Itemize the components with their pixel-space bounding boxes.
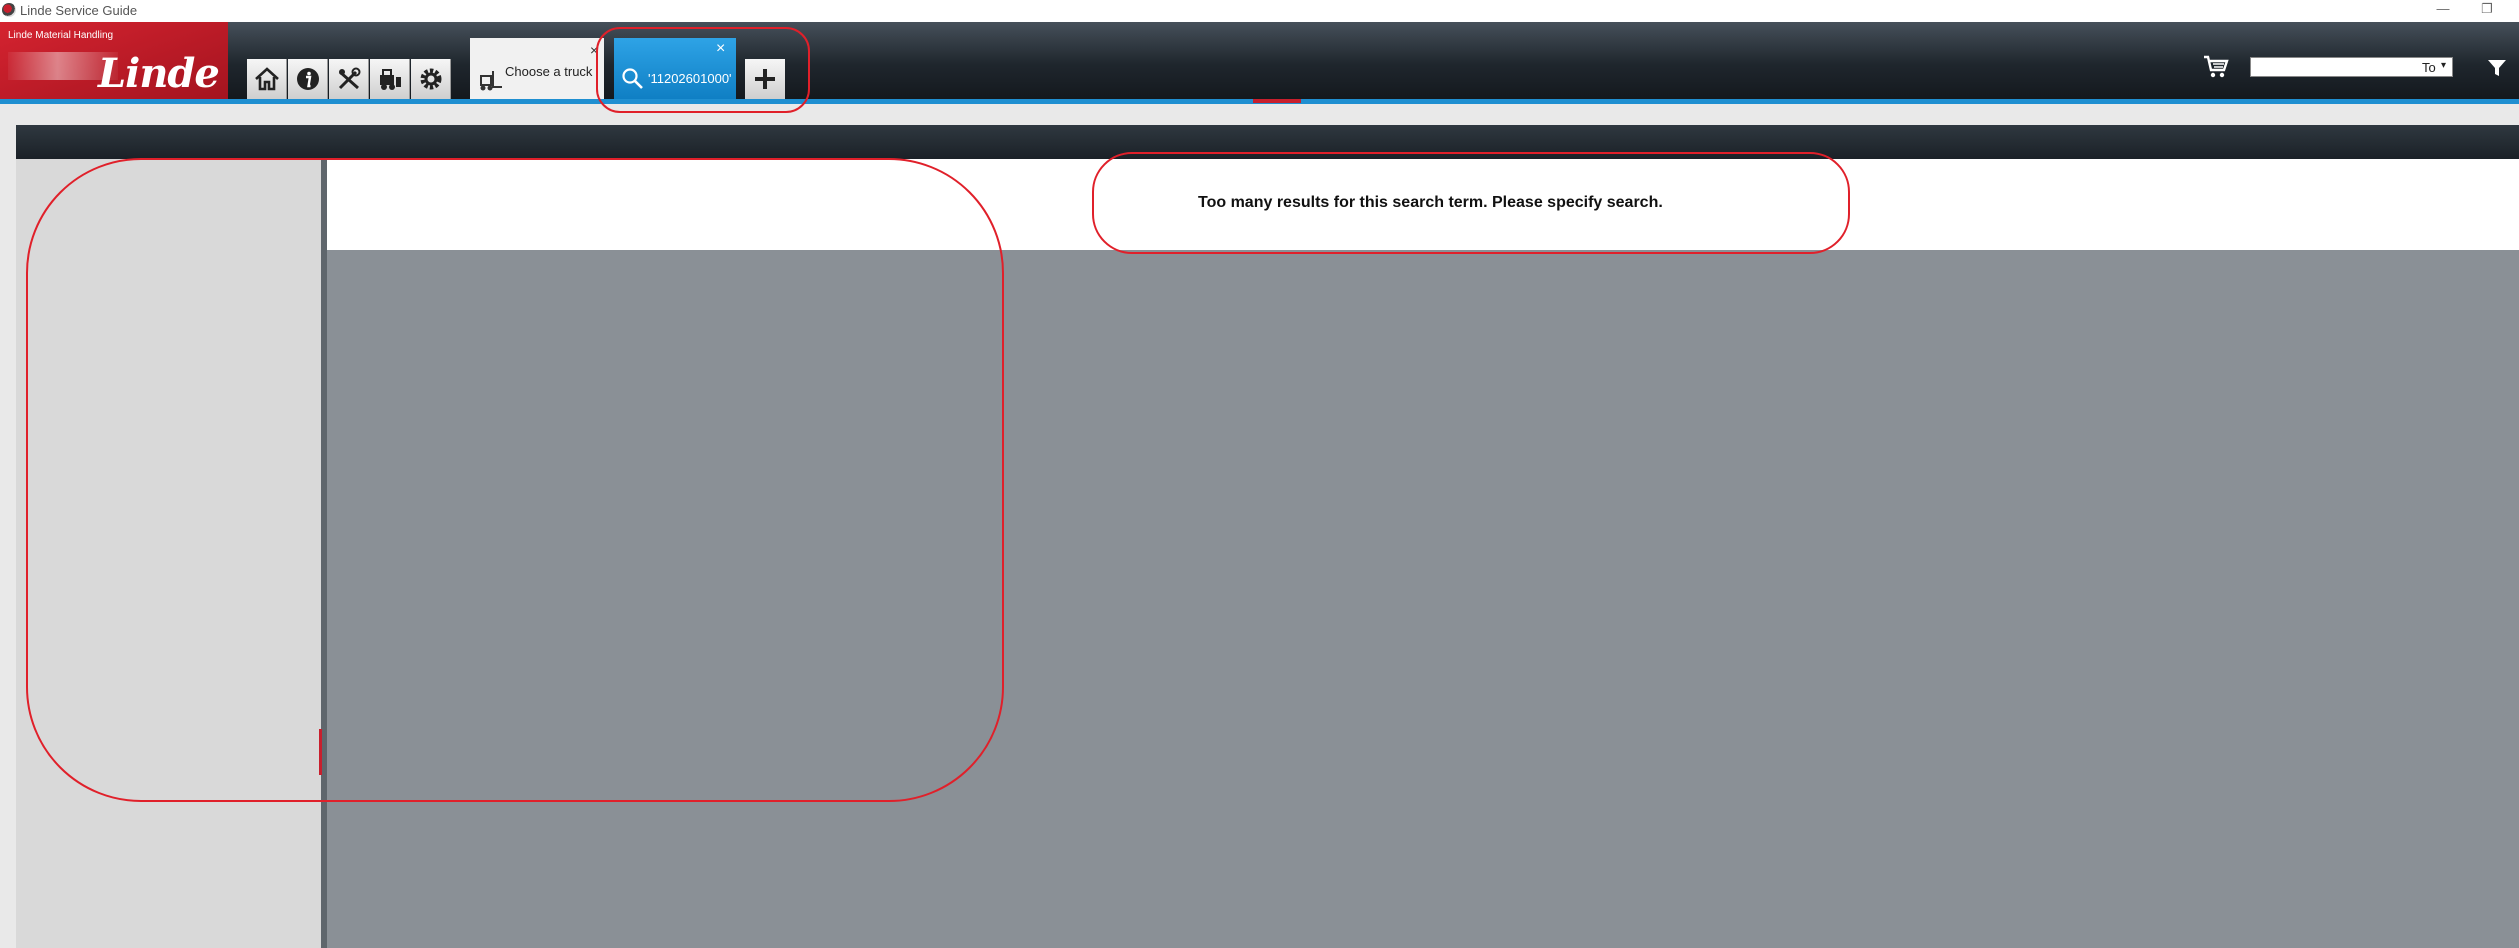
search-box: To ▾	[2250, 57, 2453, 77]
tools-button[interactable]	[329, 59, 369, 99]
tab-choose-truck[interactable]: Choose a truck ×	[470, 38, 604, 99]
home-button[interactable]	[247, 59, 287, 99]
chevron-down-icon[interactable]: ▾	[2441, 60, 2446, 71]
cart-icon[interactable]	[2202, 52, 2230, 80]
restore-button[interactable]: ❐	[2472, 0, 2502, 18]
tools-icon	[338, 67, 360, 90]
annotation-panel-highlight	[26, 158, 1004, 802]
info-button[interactable]	[288, 59, 328, 99]
toolbar-resize-marker[interactable]	[1253, 99, 1301, 103]
window-title: Linde Service Guide	[20, 3, 138, 18]
window-title-bar: Linde Service Guide — ❐	[0, 0, 2519, 22]
logo-company: Linde Material Handling	[8, 30, 114, 41]
annotation-tabs-highlight	[596, 27, 810, 113]
forklift-icon	[480, 71, 502, 91]
info-icon	[296, 68, 319, 90]
minimize-button[interactable]: —	[2428, 0, 2458, 18]
truck-parts-icon	[379, 69, 401, 90]
search-scope-selector[interactable]: To	[2422, 60, 2436, 75]
settings-icon	[420, 68, 441, 90]
home-icon	[254, 67, 279, 91]
linde-logo: Linde Material Handling Linde	[0, 22, 228, 99]
logo-brand: Linde	[98, 50, 220, 97]
annotation-message-highlight	[1092, 152, 1850, 254]
app-icon	[2, 3, 16, 17]
search-input[interactable]	[2251, 58, 2411, 76]
settings-button[interactable]	[411, 59, 451, 99]
tab-choose-truck-label: Choose a truck	[505, 64, 593, 79]
filter-icon[interactable]	[2486, 57, 2508, 79]
truck-parts-button[interactable]	[370, 59, 410, 99]
